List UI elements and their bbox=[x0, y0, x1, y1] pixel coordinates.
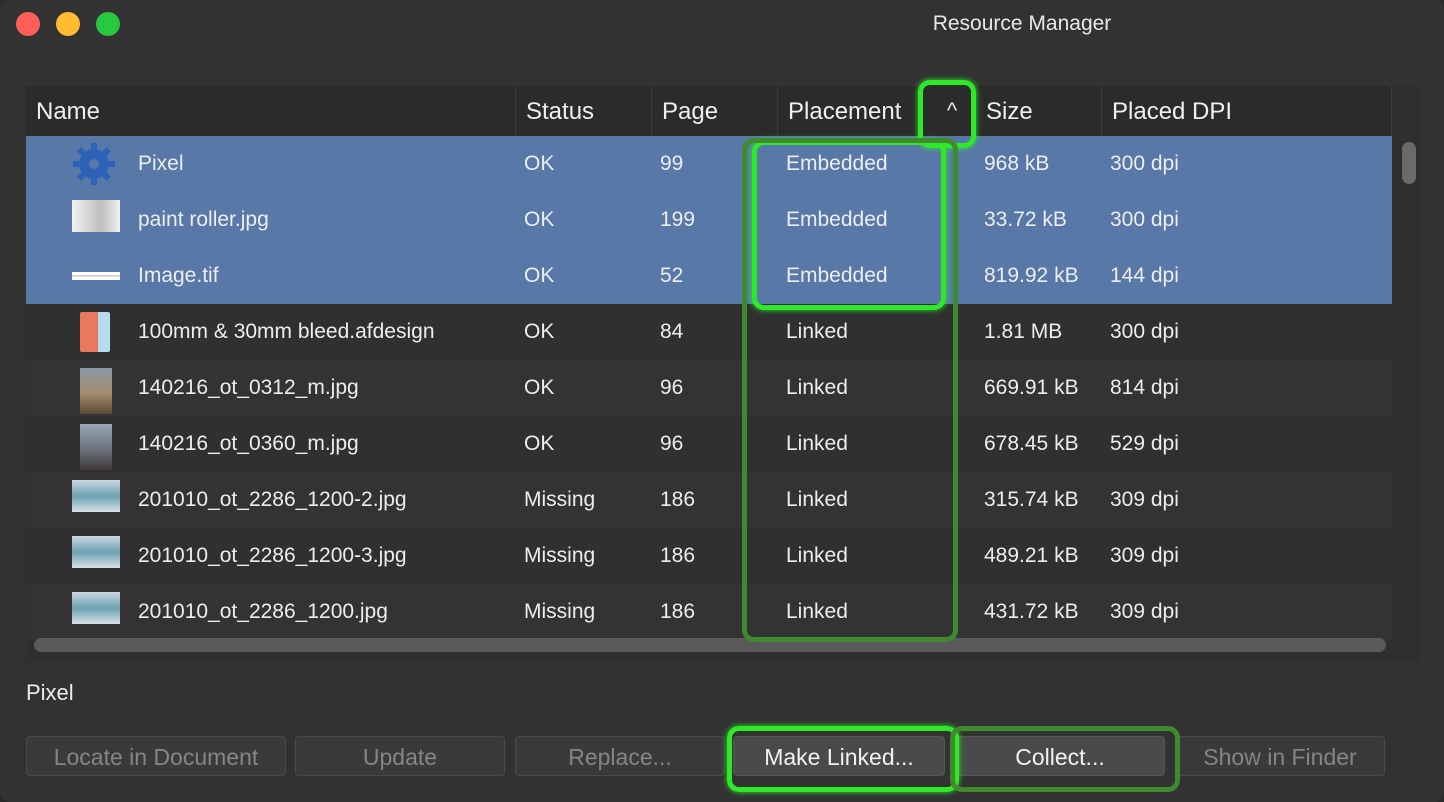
make-linked-button[interactable]: Make Linked... bbox=[733, 736, 945, 776]
resource-placed-dpi: 144 dpi bbox=[1110, 264, 1179, 287]
resource-size: 33.72 kB bbox=[984, 208, 1067, 231]
resource-placed-dpi: 300 dpi bbox=[1110, 320, 1179, 343]
resource-placed-dpi: 300 dpi bbox=[1110, 208, 1179, 231]
resource-size: 678.45 kB bbox=[984, 432, 1079, 455]
resource-placement: Linked bbox=[786, 320, 848, 343]
resource-placed-dpi: 309 dpi bbox=[1110, 600, 1179, 623]
zoom-window-button[interactable] bbox=[96, 12, 120, 36]
resource-placed-dpi: 300 dpi bbox=[1110, 152, 1179, 175]
resource-name: 201010_ot_2286_1200.jpg bbox=[138, 600, 388, 623]
table-row[interactable]: 140216_ot_0312_m.jpg OK 96 Linked 669.91 kB 8… bbox=[26, 360, 1392, 416]
resource-page: 199 bbox=[660, 208, 696, 231]
resource-page: 96 bbox=[660, 432, 684, 455]
resource-page: 52 bbox=[660, 264, 684, 287]
vertical-scrollbar-thumb[interactable] bbox=[1402, 142, 1416, 184]
window-title: Resource Manager bbox=[932, 12, 1112, 35]
close-window-button[interactable] bbox=[16, 12, 40, 36]
horizontal-scrollbar[interactable] bbox=[34, 638, 1386, 652]
resource-size: 489.21 kB bbox=[984, 544, 1079, 567]
resource-status: OK bbox=[524, 152, 555, 175]
resource-placement: Linked bbox=[786, 544, 848, 567]
resource-status: Missing bbox=[524, 488, 596, 511]
resource-size: 1.81 MB bbox=[984, 320, 1063, 343]
resource-status: Missing bbox=[524, 600, 596, 623]
selected-resource-label: Pixel bbox=[26, 680, 74, 705]
column-header-status[interactable]: Status bbox=[516, 86, 652, 136]
resource-name: 201010_ot_2286_1200-2.jpg bbox=[138, 488, 407, 511]
image-thumbnail bbox=[80, 424, 112, 470]
update-button[interactable]: Update bbox=[295, 736, 505, 776]
locate-in-document-button[interactable]: Locate in Document bbox=[26, 736, 286, 776]
resource-placement: Linked bbox=[786, 488, 848, 511]
show-in-finder-button[interactable]: Show in Finder bbox=[1175, 736, 1385, 776]
resource-size: 315.74 kB bbox=[984, 488, 1079, 511]
table-header: Name Status Page Placement ^ Size Placed… bbox=[26, 86, 1392, 136]
table-row[interactable]: 201010_ot_2286_1200-3.jpg Missing 186 Linke… bbox=[26, 528, 1392, 584]
resource-placement: Linked bbox=[786, 432, 848, 455]
resource-status: OK bbox=[524, 264, 555, 287]
table-row[interactable]: 140216_ot_0360_m.jpg OK 96 Linked 678.45 kB 5… bbox=[26, 416, 1392, 472]
resource-placement: Embedded bbox=[786, 152, 888, 175]
table-row[interactable]: Pixel OK 99 Embedded 968 kB 300 dpi bbox=[26, 136, 1392, 192]
resource-name: 140216_ot_0360_m.jpg bbox=[138, 432, 359, 455]
minimize-window-button[interactable] bbox=[56, 12, 80, 36]
resource-page: 84 bbox=[660, 320, 684, 343]
resource-name: 201010_ot_2286_1200-3.jpg bbox=[138, 544, 407, 567]
resource-page: 186 bbox=[660, 544, 696, 567]
resource-size: 669.91 kB bbox=[984, 376, 1079, 399]
gear-icon bbox=[70, 140, 118, 188]
resource-name: Pixel bbox=[138, 152, 184, 175]
resource-status: OK bbox=[524, 376, 555, 399]
column-header-name[interactable]: Name bbox=[26, 86, 516, 136]
resource-placed-dpi: 309 dpi bbox=[1110, 544, 1179, 567]
table-row[interactable]: 201010_ot_2286_1200-2.jpg Missing 186 Linke… bbox=[26, 472, 1392, 528]
resource-placement: Linked bbox=[786, 600, 848, 623]
title-bar: Resource Manager bbox=[0, 0, 1444, 50]
table-row[interactable]: Image.tif OK 52 Embedded 819.92 kB 144 dpi bbox=[26, 248, 1392, 304]
image-thumbnail bbox=[72, 536, 120, 568]
resource-placement: Embedded bbox=[786, 208, 888, 231]
sort-ascending-icon[interactable]: ^ bbox=[934, 94, 970, 128]
resource-name: 100mm & 30mm bleed.afdesign bbox=[138, 320, 435, 343]
resource-status: Missing bbox=[524, 544, 596, 567]
resource-size: 431.72 kB bbox=[984, 600, 1079, 623]
resource-name: Image.tif bbox=[138, 264, 219, 287]
resource-manager-window: Resource Manager Name Status Page Placem… bbox=[0, 0, 1444, 802]
table-row[interactable]: 201010_ot_2286_1200.jpg Missing 186 Linked 4… bbox=[26, 584, 1392, 640]
column-header-size[interactable]: Size bbox=[976, 86, 1102, 136]
collect-button[interactable]: Collect... bbox=[955, 736, 1165, 776]
column-header-placed-dpi[interactable]: Placed DPI bbox=[1102, 86, 1392, 136]
design-file-thumbnail bbox=[80, 312, 110, 352]
resource-placed-dpi: 529 dpi bbox=[1110, 432, 1179, 455]
resources-table: Name Status Page Placement ^ Size Placed… bbox=[26, 86, 1420, 662]
resource-size: 968 kB bbox=[984, 152, 1050, 175]
table-row[interactable]: paint roller.jpg OK 199 Embedded 33.72 kB 300… bbox=[26, 192, 1392, 248]
column-header-page[interactable]: Page bbox=[652, 86, 778, 136]
resource-page: 186 bbox=[660, 488, 696, 511]
image-thumbnail bbox=[80, 368, 112, 414]
resource-status: OK bbox=[524, 320, 555, 343]
resource-page: 186 bbox=[660, 600, 696, 623]
resource-status: OK bbox=[524, 432, 555, 455]
image-thumbnail bbox=[72, 480, 120, 512]
table-row[interactable]: 100mm & 30mm bleed.afdesign OK 84 Linked 1.8… bbox=[26, 304, 1392, 360]
resource-placement: Embedded bbox=[786, 264, 888, 287]
resource-placed-dpi: 814 dpi bbox=[1110, 376, 1179, 399]
replace-button[interactable]: Replace... bbox=[515, 736, 725, 776]
resource-name: paint roller.jpg bbox=[138, 208, 269, 231]
image-thumbnail bbox=[72, 592, 120, 624]
resource-name: 140216_ot_0312_m.jpg bbox=[138, 376, 359, 399]
resource-page: 96 bbox=[660, 376, 684, 399]
resource-size: 819.92 kB bbox=[984, 264, 1079, 287]
resource-status: OK bbox=[524, 208, 555, 231]
resource-placed-dpi: 309 dpi bbox=[1110, 488, 1179, 511]
resource-page: 99 bbox=[660, 152, 684, 175]
image-thumbnail bbox=[72, 272, 120, 280]
image-thumbnail bbox=[72, 200, 120, 232]
resource-placement: Linked bbox=[786, 376, 848, 399]
